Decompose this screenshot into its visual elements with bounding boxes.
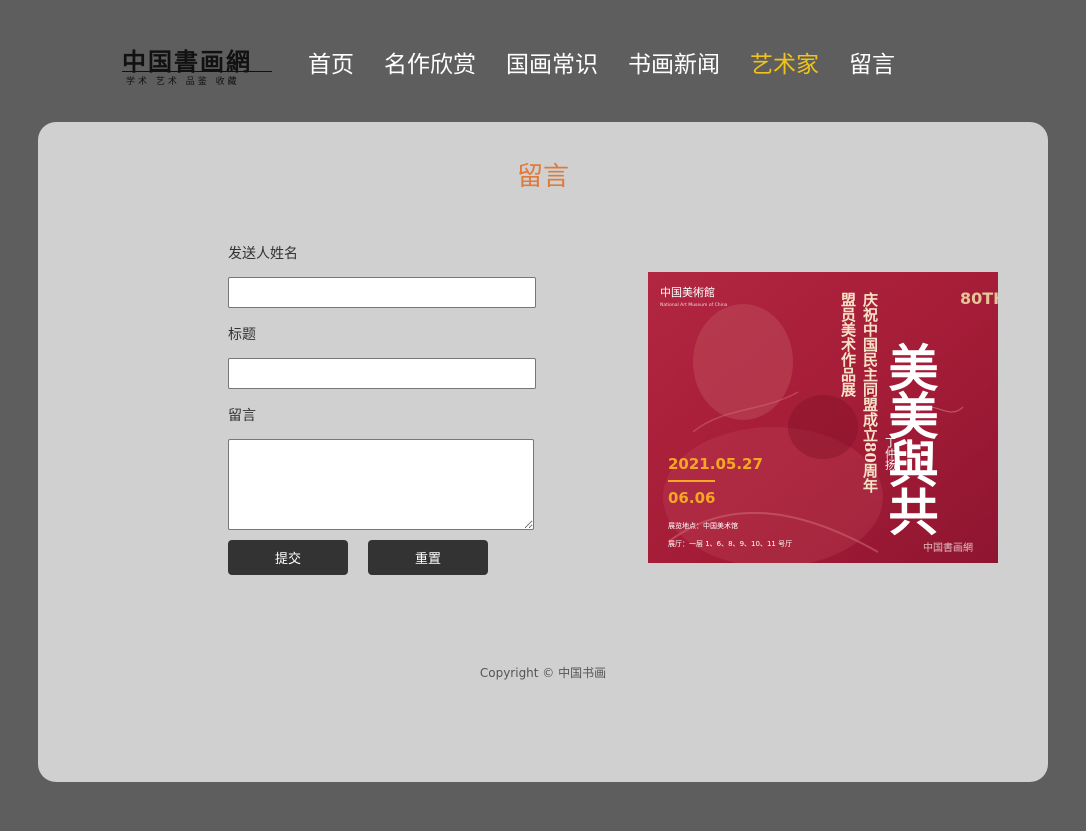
- main-nav: 首页 名作欣赏 国画常识 书画新闻 艺术家 留言: [308, 49, 925, 81]
- page-title: 留言: [516, 162, 569, 192]
- poster-date-end: 06.06: [668, 489, 715, 507]
- nav-item-artists[interactable]: 艺术家: [750, 49, 819, 81]
- poster-signature: 丁仲扬: [884, 437, 897, 471]
- message-textarea[interactable]: [228, 439, 534, 530]
- sender-name-input[interactable]: [228, 277, 536, 308]
- site-logo[interactable]: 中国書画網 学术 艺术 品鉴 收藏: [122, 42, 272, 88]
- poster-halls: 展厅：一层 1、6、8、9、10、11 号厅: [668, 540, 792, 548]
- poster-venue: 展览地点：中国美术馆: [668, 521, 738, 530]
- sender-name-label: 发送人姓名: [228, 246, 298, 262]
- nav-item-painting-knowledge[interactable]: 国画常识: [506, 49, 598, 81]
- submit-button[interactable]: 提交: [228, 540, 348, 575]
- nav-item-message[interactable]: 留言: [849, 49, 895, 81]
- nav-item-home[interactable]: 首页: [308, 49, 354, 81]
- message-label: 留言: [228, 408, 256, 424]
- poster-museum: 中国美術館: [660, 285, 715, 299]
- content-card: 留言 发送人姓名 标题 留言 提交 重置 中国美術館 National Art …: [38, 122, 1048, 782]
- logo-divider: [122, 71, 272, 72]
- footer-copyright: Copyright © 中国书画: [479, 666, 607, 680]
- exhibition-poster[interactable]: 中国美術館 National Art Museum of China 80TH …: [648, 272, 998, 563]
- poster-date-start: 2021.05.27: [668, 455, 763, 473]
- nav-item-art-news[interactable]: 书画新闻: [628, 49, 720, 81]
- reset-button[interactable]: 重置: [368, 540, 488, 575]
- poster-artwork: 中国美術館 National Art Museum of China 80TH …: [648, 272, 998, 563]
- subject-label: 标题: [228, 327, 256, 343]
- poster-vertical-title-2: 盟员美术作品展: [839, 292, 857, 398]
- poster-vertical-title-1: 庆祝中国民主同盟成立80周年: [861, 291, 879, 494]
- subject-input[interactable]: [228, 358, 536, 389]
- poster-watermark: 中国書画網: [923, 541, 973, 554]
- logo-tagline: 学术 艺术 品鉴 收藏: [126, 77, 240, 87]
- nav-item-masterpieces[interactable]: 名作欣赏: [384, 49, 476, 81]
- poster-badge: 80TH: [960, 289, 998, 308]
- poster-museum-en: National Art Museum of China: [660, 302, 728, 308]
